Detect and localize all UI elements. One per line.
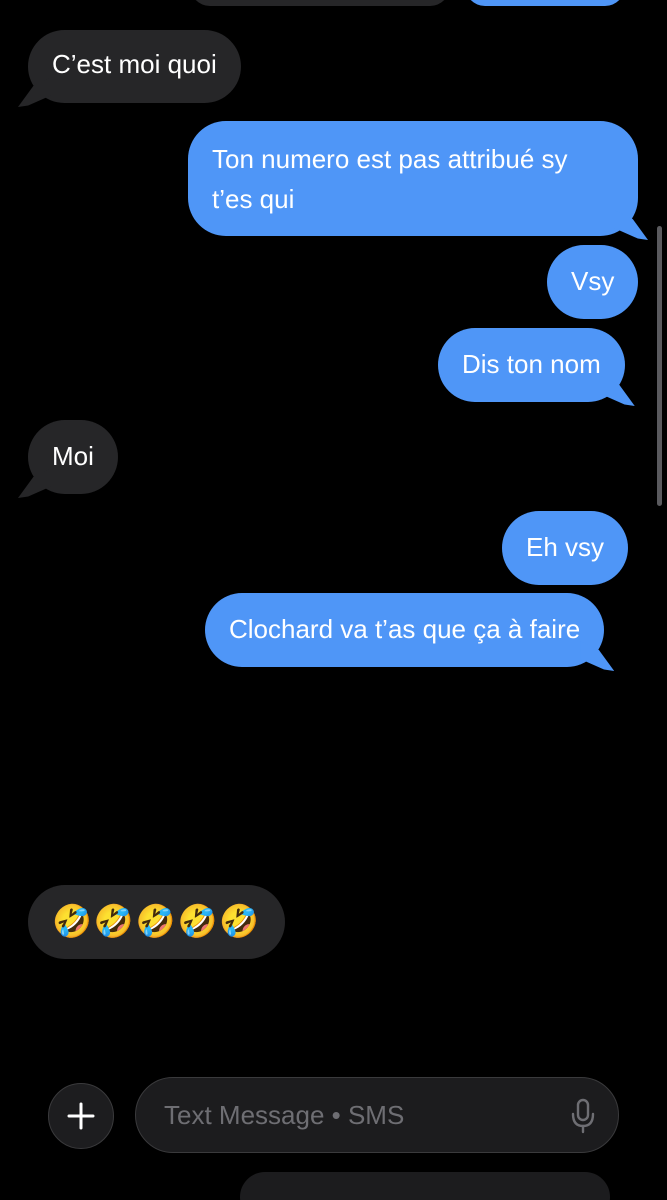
message-text: Vsy [571, 266, 615, 296]
plus-icon [67, 1102, 95, 1130]
partial-received-bubble [190, 0, 450, 6]
message-text: Eh vsy [526, 532, 605, 562]
message-text: 🤣🤣🤣🤣🤣 [52, 902, 262, 940]
emoji-message-wink-tongue[interactable]: 😜 [32, 714, 136, 824]
message-input[interactable]: Text Message • SMS [135, 1077, 619, 1153]
microphone-icon[interactable] [570, 1098, 596, 1134]
message-bubble-sent[interactable]: Vsy [547, 245, 639, 319]
message-emoji: 😜 [32, 710, 137, 827]
message-bubble-sent[interactable]: Clochard va t’as que ça à faire [205, 593, 605, 667]
message-bubble-received[interactable]: Moi [28, 420, 118, 494]
add-attachment-button[interactable] [48, 1083, 114, 1149]
message-bubble-sent[interactable]: Eh vsy [502, 511, 629, 585]
partial-sent-bubble [465, 0, 625, 6]
scroll-indicator[interactable] [657, 226, 662, 506]
message-bubble-sent[interactable]: Dis ton nom [438, 328, 625, 402]
message-text: Dis ton nom [462, 349, 601, 379]
message-text: Ton numero est pas attribué sy t’es qui [212, 144, 568, 214]
message-bubble-received[interactable]: C’est moi quoi [28, 30, 241, 103]
message-bubble-sent[interactable]: Ton numero est pas attribué sy t’es qui [188, 121, 638, 236]
message-text: C’est moi quoi [52, 49, 217, 79]
messages-screen: C’est moi quoi Ton numero est pas attrib… [0, 0, 667, 1200]
message-text: Moi [52, 441, 94, 471]
message-bubble-received[interactable]: 🤣🤣🤣🤣🤣 [28, 885, 286, 959]
keyboard-area-edge [240, 1172, 610, 1200]
message-input-placeholder: Text Message • SMS [164, 1100, 405, 1130]
message-text: Clochard va t’as que ça à faire [229, 614, 581, 644]
